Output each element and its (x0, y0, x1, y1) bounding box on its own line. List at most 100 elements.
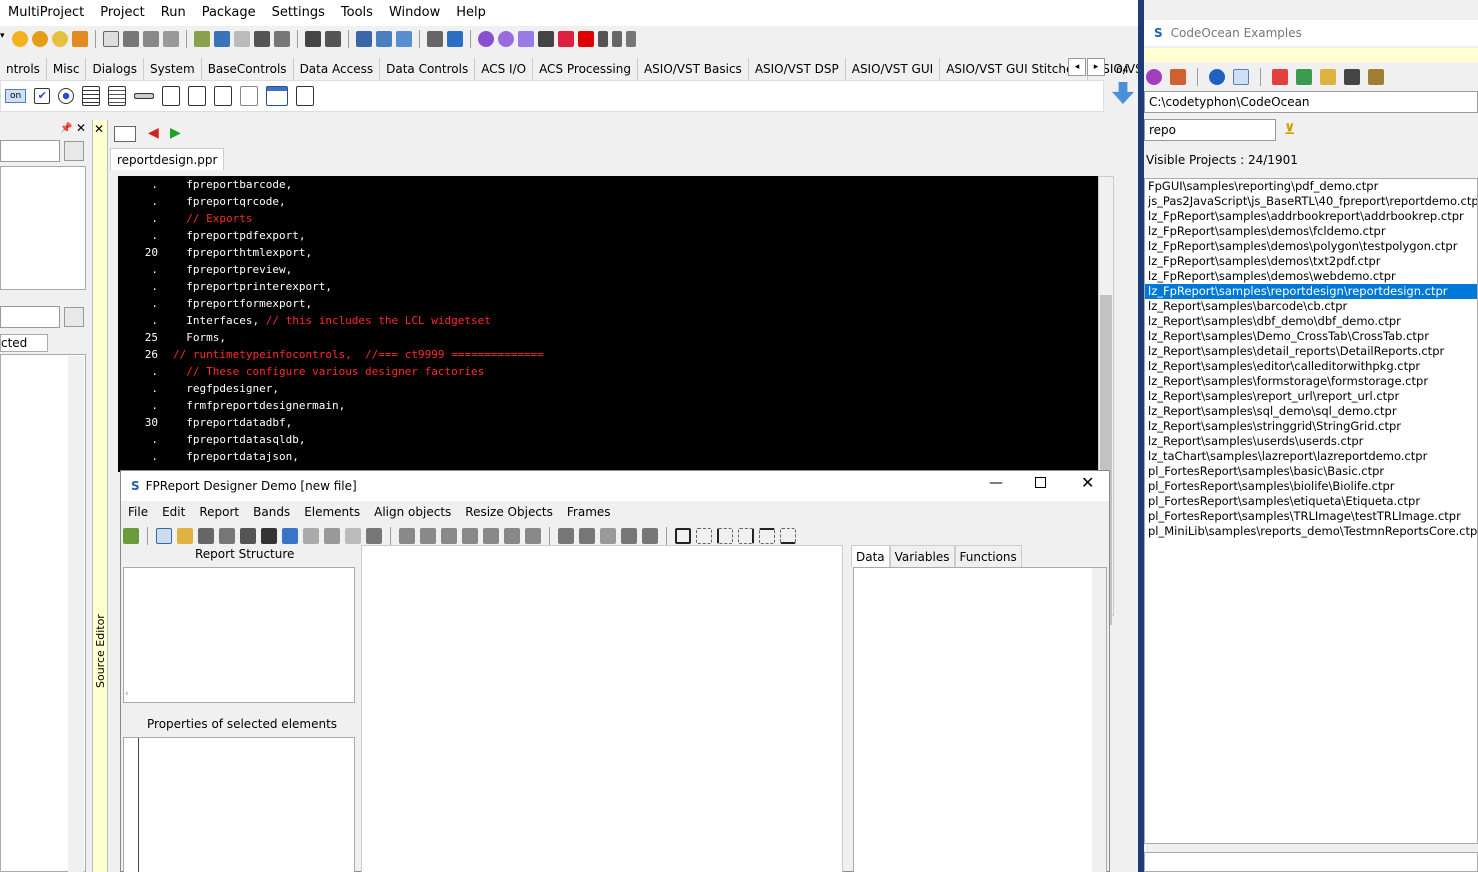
menu-settings[interactable]: Settings (264, 0, 333, 26)
frame-right-icon[interactable] (738, 528, 754, 544)
designer-tab[interactable]: Data (851, 545, 890, 567)
units-icon[interactable] (274, 31, 290, 47)
copy-icon[interactable] (163, 31, 179, 47)
frame-top-icon[interactable] (759, 528, 775, 544)
open-folder-icon[interactable] (177, 528, 193, 544)
package-icon[interactable] (72, 31, 88, 47)
open-icon[interactable] (32, 31, 48, 47)
codeocean-path-field[interactable]: C:\codetyphon\CodeOcean (1144, 91, 1478, 113)
align-bottom-icon[interactable] (525, 528, 541, 544)
book-icon[interactable] (396, 31, 412, 47)
palette-tab[interactable]: ASIO/VST DSP (749, 58, 846, 80)
binoculars-icon[interactable] (305, 31, 321, 47)
resize-height-icon[interactable] (579, 528, 595, 544)
stop-icon[interactable] (578, 31, 594, 47)
palette-tab[interactable]: ASIO/VST GUI Stitched (940, 58, 1089, 80)
project-list-item[interactable]: lz_FpReport\samples\demos\txt2pdf.ctpr (1145, 254, 1477, 269)
network-icon[interactable] (356, 31, 372, 47)
close-editor-icon[interactable]: ✕ (94, 122, 104, 136)
left-filter-input[interactable] (0, 140, 60, 162)
designer-menu-item[interactable]: Edit (155, 505, 192, 519)
close-button[interactable]: ✕ (1081, 473, 1094, 492)
project-list-item[interactable]: lz_Report\samples\detail_reports\DetailR… (1145, 344, 1477, 359)
panel-component-icon[interactable] (240, 86, 259, 106)
actionlist-component-icon[interactable] (296, 86, 315, 106)
designer-menu-item[interactable]: Report (192, 505, 246, 519)
project-list-item[interactable]: lz_Report\samples\stringgrid\StringGrid.… (1145, 419, 1477, 434)
properties-grid[interactable] (123, 737, 355, 872)
editor-menu-icon[interactable] (114, 126, 136, 142)
resize-both-icon[interactable] (642, 528, 658, 544)
palette-tab[interactable]: Dialogs (86, 58, 144, 80)
palette-tab[interactable]: ntrols (0, 58, 47, 80)
new-icon[interactable] (156, 528, 172, 544)
align-both-icon[interactable] (462, 528, 478, 544)
database-icon[interactable] (240, 528, 256, 544)
gear-run-icon[interactable] (498, 31, 514, 47)
pen-icon[interactable] (303, 528, 319, 544)
palette-tab[interactable]: ACS I/O (475, 58, 534, 80)
edit-icon[interactable] (194, 31, 210, 47)
frame-component-icon[interactable] (266, 86, 289, 106)
designer-menu-item[interactable]: File (121, 505, 155, 519)
palette-tab[interactable]: ASIO/VST GUI (846, 58, 941, 80)
project-list-item[interactable]: lz_Report\samples\report_url\report_url.… (1145, 389, 1477, 404)
align-center-icon[interactable] (420, 528, 436, 544)
maximize-button[interactable] (1035, 477, 1046, 488)
minimize-button[interactable]: — (989, 475, 1003, 491)
save-icon[interactable] (123, 31, 139, 47)
designer-menu-item[interactable]: Frames (560, 505, 618, 519)
memo-component-icon[interactable] (108, 86, 127, 106)
tools-icon[interactable] (427, 31, 443, 47)
frame-bottom-icon[interactable] (780, 528, 796, 544)
project-list-item[interactable]: lz_Report\samples\sql_demo\sql_demo.ctpr (1145, 404, 1477, 419)
copy-project-icon[interactable] (1296, 69, 1312, 85)
source-editor-sidebar[interactable]: Source Editor (92, 120, 108, 872)
save-icon[interactable] (198, 528, 214, 544)
image-icon[interactable] (366, 528, 382, 544)
project-list-item[interactable]: lz_FpReport\samples\addrbookreport\addrb… (1145, 209, 1477, 224)
step-over-icon[interactable] (612, 31, 622, 47)
left-filter-input-2[interactable] (0, 306, 60, 328)
monitor-icon[interactable] (447, 31, 463, 47)
align-right-icon[interactable] (441, 528, 457, 544)
frame-all-icon[interactable] (675, 528, 691, 544)
project-list-item[interactable]: lz_Report\samples\barcode\cb.ctpr (1145, 299, 1477, 314)
filter-mode-icon[interactable] (1233, 69, 1249, 85)
menu-tools[interactable]: Tools (333, 0, 381, 26)
project-list-item[interactable]: lz_FpReport\samples\demos\webdemo.ctpr (1145, 269, 1477, 284)
link-icon[interactable] (376, 31, 392, 47)
groupbox-component-icon[interactable] (162, 86, 181, 106)
project-list-item[interactable]: lz_FpReport\samples\demos\polygon\testpo… (1145, 239, 1477, 254)
run-icon[interactable] (518, 31, 534, 47)
menu-project[interactable]: Project (92, 0, 152, 26)
designer-tab[interactable]: Functions (954, 545, 1022, 567)
report-structure-hscroll[interactable]: ‹ (125, 689, 335, 701)
project-list-item[interactable]: FpGUI\samples\reporting\pdf_demo.ctpr (1145, 179, 1477, 194)
run-dropdown-icon[interactable] (538, 31, 554, 47)
project-list-item[interactable]: pl_MiniLib\samples\reports_demo\TestmnRe… (1145, 524, 1477, 539)
print-icon[interactable] (261, 528, 277, 544)
close-icon[interactable]: ✕ (76, 121, 86, 135)
project-list-item[interactable]: lz_Report\samples\editor\calleditorwithp… (1145, 359, 1477, 374)
step-out-icon[interactable] (626, 31, 636, 47)
project-list-item[interactable]: lz_Report\samples\Demo_CrossTab\CrossTab… (1145, 329, 1477, 344)
designer-menu-item[interactable]: Align objects (367, 505, 458, 519)
delete-icon[interactable] (1272, 69, 1288, 85)
gear-icon[interactable] (478, 31, 494, 47)
frame-left-icon[interactable] (717, 528, 733, 544)
scrollbar-component-icon[interactable] (134, 93, 155, 99)
step-into-icon[interactable] (598, 31, 608, 47)
designer-menu-item[interactable]: Resize Objects (458, 505, 560, 519)
align-left-icon[interactable] (399, 528, 415, 544)
align-top-icon[interactable] (483, 528, 499, 544)
toggle-button-component[interactable]: on (5, 89, 27, 103)
menu-multiproject[interactable]: MultiProject (0, 0, 92, 26)
project-list-item[interactable]: pl_FortesReport\samples\basic\Basic.ctpr (1145, 464, 1477, 479)
project-list-item[interactable]: lz_Report\samples\userds\userds.ctpr (1145, 434, 1477, 449)
codeocean-filter-input[interactable]: repo (1144, 119, 1276, 141)
add-band-icon[interactable] (282, 528, 298, 544)
report-design-canvas[interactable] (361, 545, 843, 872)
settings-icon[interactable] (1368, 69, 1384, 85)
form-icon[interactable] (234, 31, 250, 47)
